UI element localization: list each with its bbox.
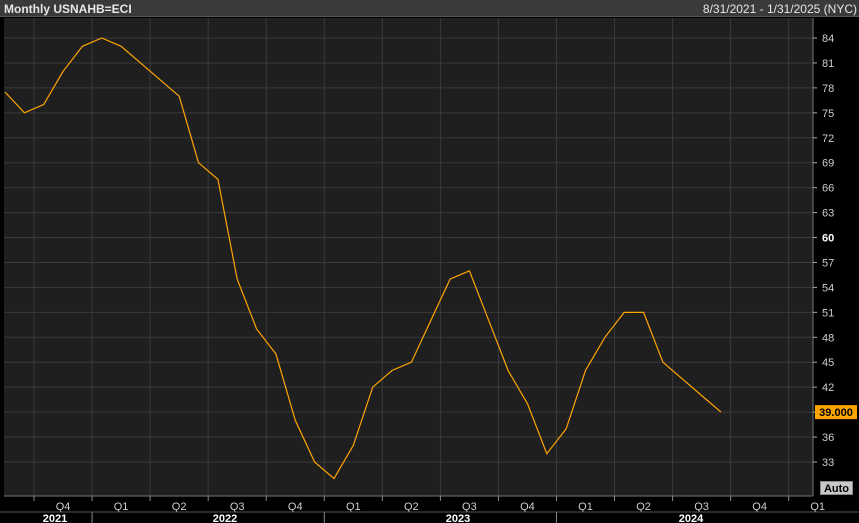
x-tick-label: Q3 <box>462 501 477 513</box>
data-point <box>391 369 394 372</box>
y-tick-label: 51 <box>822 307 834 319</box>
data-point <box>545 452 548 455</box>
x-tick-label: Q2 <box>172 501 187 513</box>
data-point <box>216 178 219 181</box>
y-tick-label: 60 <box>822 233 834 245</box>
data-point <box>700 394 703 397</box>
data-point <box>371 386 374 389</box>
data-point <box>120 45 123 48</box>
x-tick-label: Q4 <box>520 501 535 513</box>
data-point <box>623 311 626 314</box>
data-point <box>332 477 335 480</box>
x-tick-label: Q1 <box>578 501 593 513</box>
data-point <box>197 161 200 164</box>
data-point <box>23 111 26 114</box>
data-point <box>449 278 452 281</box>
data-point <box>352 444 355 447</box>
data-point <box>274 352 277 355</box>
data-point <box>642 311 645 314</box>
y-tick-label: 42 <box>822 382 834 394</box>
x-tick-label: Q2 <box>636 501 651 513</box>
data-point <box>236 278 239 281</box>
x-year-label: 2023 <box>446 513 470 523</box>
auto-scale-button[interactable]: Auto <box>820 481 853 495</box>
data-point <box>62 70 65 73</box>
y-tick-label: 45 <box>822 357 834 369</box>
data-point <box>487 319 490 322</box>
y-tick-label: 63 <box>822 208 834 220</box>
y-tick-label: 57 <box>822 257 834 269</box>
data-point <box>507 369 510 372</box>
x-tick-label: Q4 <box>56 501 71 513</box>
y-tick-label: 36 <box>822 432 834 444</box>
data-point <box>42 103 45 106</box>
data-point <box>313 461 316 464</box>
x-tick-label: Q4 <box>288 501 303 513</box>
data-point <box>139 61 142 64</box>
data-point <box>468 269 471 272</box>
x-year-label: 2022 <box>213 513 237 523</box>
y-tick-label: 75 <box>822 108 834 120</box>
x-year-label: 2024 <box>679 513 704 523</box>
data-point <box>294 419 297 422</box>
data-point <box>410 361 413 364</box>
data-point <box>681 377 684 380</box>
y-tick-label: 81 <box>822 58 834 70</box>
y-tick-label: 69 <box>822 158 834 170</box>
y-tick-label: 66 <box>822 183 834 195</box>
data-point <box>603 336 606 339</box>
x-tick-label: Q1 <box>346 501 361 513</box>
y-tick-label: 84 <box>822 33 834 45</box>
x-year-label: 2021 <box>43 513 67 523</box>
data-point <box>661 361 664 364</box>
plot-area <box>4 18 813 496</box>
data-point <box>565 427 568 430</box>
data-point <box>158 78 161 81</box>
data-point <box>4 91 7 94</box>
y-tick-label: 72 <box>822 133 834 145</box>
y-tick-label: 78 <box>822 83 834 95</box>
y-tick-label: 33 <box>822 457 834 469</box>
data-point <box>526 402 529 405</box>
x-tick-label: Q3 <box>694 501 709 513</box>
x-tick-label: Q3 <box>230 501 245 513</box>
data-point <box>178 95 181 98</box>
data-point <box>100 37 103 40</box>
y-tick-label: 54 <box>822 282 834 294</box>
data-point <box>255 327 258 330</box>
last-value-label: 39.000 <box>819 407 853 419</box>
x-tick-label: Q4 <box>752 501 767 513</box>
x-tick-label: Q1 <box>810 501 825 513</box>
x-tick-label: Q2 <box>404 501 419 513</box>
data-point <box>584 369 587 372</box>
y-tick-label: 48 <box>822 332 834 344</box>
data-point <box>81 45 84 48</box>
x-tick-label: Q1 <box>114 501 129 513</box>
data-point <box>719 411 722 414</box>
line-chart[interactable]: 33 36 42 45 48 51 54 57 60 63 66 69 72 75 78 81 84 Q4 Q1 Q2… <box>0 0 859 523</box>
chart-window: Monthly USNAHB=ECI 8/31/2021 - 1/31/2025… <box>0 0 859 523</box>
data-point <box>429 319 432 322</box>
